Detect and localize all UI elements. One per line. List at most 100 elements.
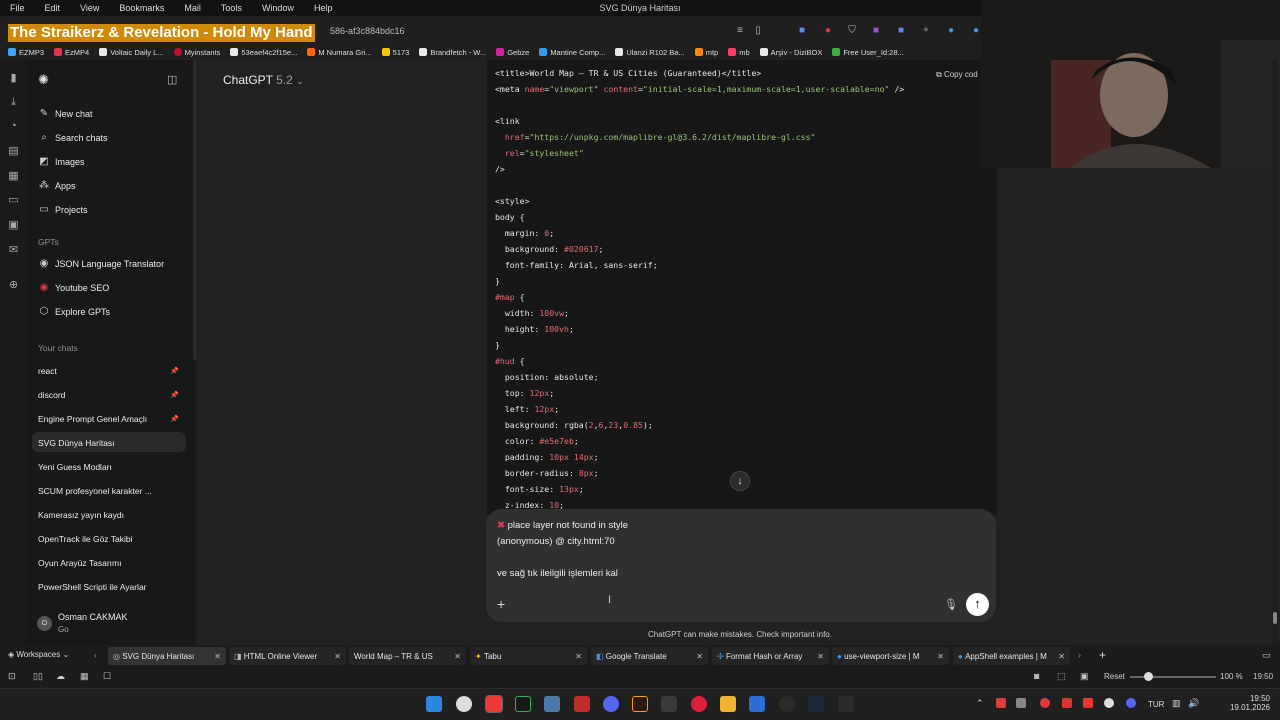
extension-purple-icon[interactable]: ■ [870,25,882,37]
openai-logo-icon[interactable]: ✺ [38,72,49,88]
bookmark-item[interactable]: Myinstants [173,48,220,57]
toggle-sidebar-icon[interactable]: ◫ [167,73,177,86]
tiling-icon[interactable]: ▯▯ [33,671,43,682]
panel-toggle-icon[interactable]: ⊡ [8,671,16,682]
tab-appshell-examples[interactable]: ● AppShell examples | M ✕ [953,647,1070,665]
tab-overview-icon[interactable]: ▭ [1262,650,1271,661]
network-icon[interactable]: ▥ [1172,698,1181,709]
menu-view[interactable]: View [70,3,109,13]
microphone-icon[interactable]: 🎙 [944,598,958,611]
workspaces-button[interactable]: ◈ Workspaces ⌄ [8,650,69,659]
bookmark-item[interactable]: Arşiv - DiziBOX [759,48,822,57]
search-chats-button[interactable]: ⌕ Search chats [38,132,107,143]
image-toggle-icon[interactable]: ▣ [1080,671,1089,682]
tray-chevron-up-icon[interactable]: ⌃ [976,698,984,709]
tray-app-icon[interactable] [1062,698,1072,708]
outlook-icon[interactable] [749,696,765,712]
tasks-icon[interactable]: ☐ [103,671,111,682]
close-icon[interactable]: ✕ [214,652,221,661]
history-icon[interactable]: ◔ [7,120,20,133]
folder-icon[interactable] [720,696,736,712]
tab-tabu[interactable]: ✦ Tabu ✕ [470,647,587,665]
notes-icon[interactable]: ▤ [7,145,20,158]
menu-bookmarks[interactable]: Bookmarks [109,3,174,13]
explore-gpts-button[interactable]: ⬡ Explore GPTs [38,306,110,317]
close-icon[interactable]: ✕ [454,652,461,661]
chat-item[interactable]: Engine Prompt Genel Amaçlı [38,414,186,424]
tab-format-hash[interactable]: ✣ Format Hash or Array ✕ [712,647,829,665]
chevron-right-icon[interactable]: › [1078,650,1081,660]
bookmark-icon[interactable]: ▯ [752,25,764,37]
record-app-icon[interactable] [691,696,707,712]
chat-item[interactable]: PowerShell Scripti ile Ayarlar [38,582,186,592]
download-icon[interactable]: ⤓ [7,96,20,109]
chat-item[interactable]: Kamerasız yayın kaydı [38,510,186,520]
puzzle-icon[interactable]: ✦ [920,25,932,37]
close-icon[interactable]: ✕ [817,652,824,661]
scroll-to-bottom-button[interactable]: ↓ [730,471,750,491]
bookmark-item[interactable]: EZMP3 [8,48,44,57]
tray-app-icon[interactable] [1083,698,1093,708]
filezilla-icon[interactable] [574,696,590,712]
extension-icon[interactable]: ■ [796,25,808,37]
chat-item[interactable]: OpenTrack ile Göz Takibi [38,534,186,544]
system-clock[interactable]: 19:50 19.01.2026 [1206,694,1270,712]
profile-icon[interactable]: ● [945,25,957,37]
menu-lines-icon[interactable]: ≡ [734,25,746,37]
extension-blue-icon[interactable]: ■ [895,25,907,37]
tab-svg-dunya-haritasi[interactable]: ◎ SVG Dünya Haritası ✕ [108,647,226,665]
bookmark-item[interactable]: Voltaic Daily L... [99,48,164,57]
add-panel-icon[interactable]: ⊕ [7,279,20,292]
page-scrollbar-thumb[interactable] [1273,612,1277,624]
attach-plus-icon[interactable]: + [497,596,505,612]
tray-app-icon[interactable] [1040,698,1050,708]
discord-icon[interactable] [603,696,619,712]
github-icon[interactable] [779,696,795,712]
zoom-reset-button[interactable]: Reset [1104,672,1125,681]
avatar[interactable]: O [37,616,52,631]
illustrator-icon[interactable] [632,696,648,712]
close-icon[interactable]: ✕ [937,652,944,661]
bookmark-item[interactable]: M Numara Gri... [307,48,372,57]
panels-icon[interactable]: ▦ [7,170,20,183]
mail-icon[interactable]: ✉ [7,244,20,257]
tab-google-translate[interactable]: ◧ Google Translate ✕ [591,647,708,665]
bookmark-item[interactable]: Free User_Id:28... [832,48,904,57]
url-field[interactable]: 586-af3c884bdc16 [330,26,405,36]
chevron-left-icon[interactable]: ‹ [94,650,97,660]
start-menu-icon[interactable] [426,696,442,712]
chat-item[interactable]: Oyun Arayüz Tasarımı [38,558,186,568]
bookmark-item[interactable]: Brandfetch - W... [419,48,486,57]
bookmark-item[interactable]: Gebze [496,48,529,57]
user-name[interactable]: Osman CAKMAK [58,612,128,622]
git-icon[interactable] [544,696,560,712]
apps-button[interactable]: ⁂ Apps [38,180,76,191]
chat-item[interactable]: SCUM profesyonel karakter ... [38,486,186,496]
capture-icon[interactable]: ⬚ [1057,671,1066,682]
bookmark-item[interactable]: mtp [694,48,718,57]
bookmark-item[interactable]: mb [728,48,750,57]
menu-window[interactable]: Window [252,3,304,13]
gpt-youtube-seo[interactable]: ◉ Youtube SEO [38,282,110,293]
record-icon[interactable]: ● [822,25,834,37]
gpt-json-translator[interactable]: ◉ JSON Language Translator [38,258,164,269]
chrome-icon[interactable] [456,696,472,712]
menu-edit[interactable]: Edit [35,3,71,13]
menu-tools[interactable]: Tools [211,3,252,13]
menu-mail[interactable]: Mail [174,3,211,13]
tab-world-map[interactable]: World Map – TR & US ✕ [349,647,466,665]
chat-item[interactable]: react [38,366,186,376]
cloud-icon[interactable]: ☁ [56,671,65,682]
chatgpt-icon[interactable] [838,696,854,712]
shield-icon[interactable]: ⛉ [846,25,858,37]
bookmark-item[interactable]: 53eaef4c2f15e... [230,48,297,57]
calendar-icon[interactable]: ▦ [80,671,89,682]
steam-icon[interactable] [808,696,824,712]
tray-discord-icon[interactable] [1126,698,1136,708]
tray-app-icon[interactable] [1016,698,1026,708]
bookmark-item[interactable]: EzMP4 [54,48,89,57]
bookmark-panel-icon[interactable]: ▮ [7,72,20,85]
projects-button[interactable]: ▭ Projects [38,204,87,215]
close-icon[interactable]: ✕ [1058,652,1065,661]
new-chat-button[interactable]: ✎ New chat [38,108,93,119]
